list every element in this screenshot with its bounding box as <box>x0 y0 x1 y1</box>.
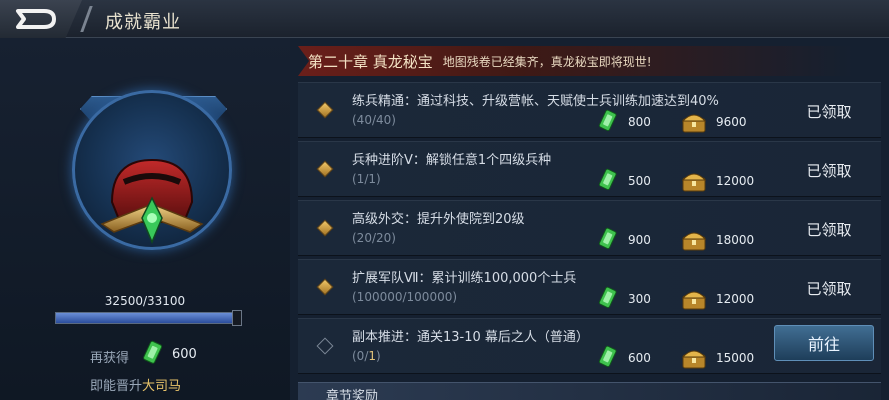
helmet-icon <box>100 158 204 244</box>
rank-progress-bar <box>55 312 240 324</box>
treasure-chest-icon <box>681 350 707 369</box>
task-progress: (1/1) <box>352 172 381 186</box>
task-name: 扩展军队Ⅶ：累计训练100,000个士兵 <box>352 271 577 286</box>
chapter-description: 地图残卷已经集齐，真龙秘宝即将现世! <box>442 54 652 69</box>
task-row: 副本推进：通关13-10 幕后之人（普通） (0/1) 600 15000 前往 <box>298 318 881 374</box>
regain-label: 再获得 <box>90 351 130 366</box>
title-bar: 成就霸业 <box>0 0 889 38</box>
task-row: 练兵精通：通过科技、升级营帐、天赋使士兵训练加速达到40% (40/40) 80… <box>298 82 881 138</box>
back-button[interactable] <box>0 0 82 38</box>
progress-open: (0/ <box>352 349 369 363</box>
treasure-chest-icon <box>681 114 707 133</box>
task-progress: (40/40) <box>352 113 396 127</box>
reward-jade-value: 300 <box>628 292 651 306</box>
reward-gold-value: 15000 <box>716 351 755 365</box>
completed-diamond-icon <box>316 219 334 237</box>
goto-button[interactable]: 前往 <box>774 325 874 361</box>
chapter-header: 第二十章 真龙秘宝 地图残卷已经集齐，真龙秘宝即将现世! <box>298 46 853 76</box>
task-progress: (0/1) <box>352 349 381 363</box>
reward-jade-value: 600 <box>628 351 651 365</box>
regain-value: 600 <box>172 347 197 362</box>
claimed-status: 已领取 <box>806 162 852 180</box>
treasure-chest-icon <box>681 232 707 251</box>
task-row: 兵种进阶Ⅴ：解锁任意1个四级兵种 (1/1) 500 12000 已领取 <box>298 141 881 197</box>
completed-diamond-icon <box>316 160 334 178</box>
task-progress: (20/20) <box>352 231 396 245</box>
claimed-status: 已领取 <box>806 221 852 239</box>
jade-token-icon <box>598 227 617 249</box>
jade-token-icon <box>598 286 617 308</box>
treasure-chest-icon <box>681 173 707 192</box>
reward-jade-value: 900 <box>628 233 651 247</box>
task-panel: 第二十章 真龙秘宝 地图残卷已经集齐，真龙秘宝即将现世! 练兵精通：通过科技、升… <box>290 38 889 400</box>
promote-target: 大司马 <box>142 379 182 394</box>
progress-goal: 1 <box>368 349 376 363</box>
jade-token-icon <box>598 345 617 367</box>
chapter-reward-title: 章节奖励 <box>326 389 379 400</box>
task-progress: (100000/100000) <box>352 290 458 304</box>
title-separator <box>80 6 93 32</box>
promote-text: 即能晋升大司马 <box>90 375 181 394</box>
back-arrow-icon <box>16 9 56 29</box>
claimed-status: 已领取 <box>806 103 852 121</box>
reward-jade-value: 800 <box>628 115 651 129</box>
rank-progress-fill <box>56 313 236 323</box>
reward-gold-value: 12000 <box>716 174 755 188</box>
completed-diamond-icon <box>316 101 334 119</box>
progress-close: ) <box>376 349 381 363</box>
task-row: 高级外交：提升外使院到20级 (20/20) 900 18000 已领取 <box>298 200 881 256</box>
completed-diamond-icon <box>316 278 334 296</box>
jade-token-icon <box>598 109 617 131</box>
reward-gold-value: 12000 <box>716 292 755 306</box>
task-name: 高级外交：提升外使院到20级 <box>352 212 525 227</box>
chapter-title: 第二十章 真龙秘宝 <box>308 52 433 71</box>
incomplete-diamond-icon <box>316 337 334 355</box>
promote-prefix: 即能晋升 <box>90 379 143 394</box>
task-name: 练兵精通：通过科技、升级营帐、天赋使士兵训练加速达到40% <box>352 94 719 109</box>
task-name: 副本推进：通关13-10 幕后之人（普通） <box>352 330 589 345</box>
chapter-reward-bar: 章节奖励 <box>298 382 881 400</box>
rank-progress-text: 32500/33100 <box>104 294 186 308</box>
task-row: 扩展军队Ⅶ：累计训练100,000个士兵 (100000/100000) 300… <box>298 259 881 315</box>
page-title: 成就霸业 <box>105 12 181 33</box>
jade-token-icon <box>598 168 617 190</box>
reward-gold-value: 9600 <box>716 115 747 129</box>
task-name: 兵种进阶Ⅴ：解锁任意1个四级兵种 <box>352 153 552 168</box>
reward-jade-value: 500 <box>628 174 651 188</box>
treasure-chest-icon <box>681 291 707 310</box>
achievement-screen: 成就霸业 尚书令 32500/33100 再获得 600 即能晋升大司马 <box>0 0 889 400</box>
reward-gold-value: 18000 <box>716 233 755 247</box>
claimed-status: 已领取 <box>806 280 852 298</box>
progress-cap <box>232 310 242 326</box>
jade-token-icon <box>143 340 163 364</box>
